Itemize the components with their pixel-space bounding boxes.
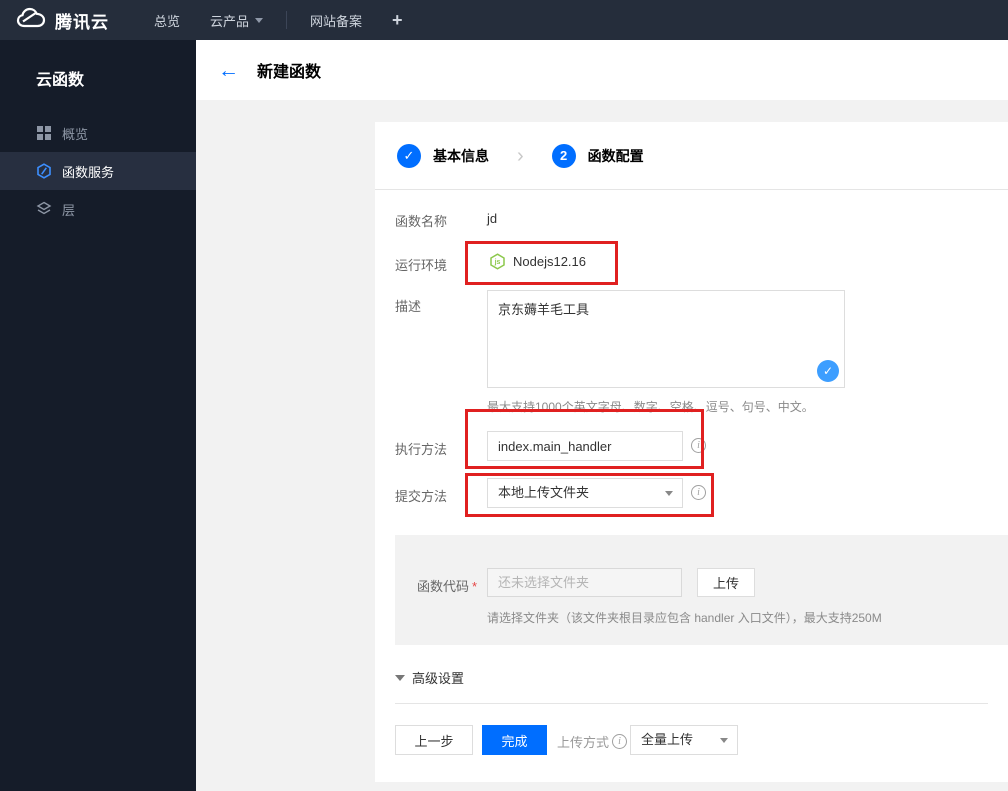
description-helper-text: 最大支持1000个英文字母、数字、空格、逗号、句号、中文。 (487, 400, 814, 414)
upload-mode-info-icon[interactable]: i (612, 734, 628, 749)
nav-cloud-products[interactable]: 云产品 (210, 11, 264, 30)
sidebar-item-layers[interactable]: 层 (0, 190, 196, 228)
nav-icp-record-label: 网站备案 (310, 13, 363, 29)
nodejs-icon: js (489, 253, 506, 270)
description-label: 描述 (395, 299, 422, 314)
back-arrow-icon[interactable]: ← (218, 60, 239, 81)
handler-info-icon[interactable]: i (691, 438, 706, 453)
required-asterisk: * (472, 579, 478, 594)
topbar: 腾讯云 总览 云产品 网站备案 + (0, 0, 1008, 40)
nav-divider (286, 11, 288, 29)
create-function-card: ✓ 基本信息 › 2 函数配置 函数名称 jd 运行环境 js Nodejs12… (375, 122, 1008, 782)
step2-number: 2 (551, 143, 576, 168)
brand[interactable]: 腾讯云 (16, 7, 109, 34)
runtime-value-text: Nodejs12.16 (513, 254, 586, 269)
submit-method-label: 提交方法 (395, 489, 448, 504)
triangle-down-icon (395, 674, 405, 681)
nav-icp-record[interactable]: 网站备案 (310, 11, 362, 30)
upload-mode-select[interactable]: 全量上传 (630, 725, 738, 755)
step1-label: 基本信息 (433, 147, 489, 164)
nav-overview-label: 总览 (154, 13, 181, 29)
function-name-value: jd (487, 211, 498, 226)
upload-button[interactable]: 上传 (697, 568, 755, 597)
scf-hexagon-icon (36, 163, 52, 179)
advanced-settings-label: 高级设置 (412, 671, 465, 686)
function-code-label: 函数代码 * (417, 576, 477, 595)
sidebar-item-function-service[interactable]: 函数服务 (0, 152, 196, 190)
page-title: 新建函数 (257, 64, 322, 81)
tencent-cloud-logo-icon (16, 7, 46, 34)
submit-method-info-icon[interactable]: i (691, 485, 706, 500)
add-tab-button[interactable]: + (392, 10, 403, 31)
function-code-section: 函数代码* 上传 请选择文件夹（该文件夹根目录应包含 handler 入口文件）… (395, 535, 1008, 645)
description-valid-check-icon: ✓ (817, 360, 839, 382)
submit-method-value: 本地上传文件夹 (498, 485, 590, 500)
upload-mode-label-text: 上传方式 (557, 735, 610, 750)
step-separator-icon: › (517, 144, 524, 167)
folder-path-input[interactable] (487, 568, 682, 597)
function-code-label-text: 函数代码 (417, 579, 470, 594)
steps-bar: ✓ 基本信息 › 2 函数配置 (375, 122, 1008, 190)
submit-method-select[interactable]: 本地上传文件夹 (487, 478, 683, 508)
nav-overview[interactable]: 总览 (154, 11, 180, 30)
grid-icon (36, 125, 52, 141)
previous-step-button[interactable]: 上一步 (395, 725, 473, 755)
sidebar-item-label: 层 (62, 202, 76, 218)
function-code-helper-text: 请选择文件夹（该文件夹根目录应包含 handler 入口文件），最大支持250M (487, 611, 882, 625)
layers-icon (36, 201, 52, 217)
function-name-label: 函数名称 (395, 214, 448, 229)
description-textarea[interactable]: 京东薅羊毛工具 (487, 290, 845, 388)
runtime-label: 运行环境 (395, 258, 448, 273)
select-caret-icon (665, 491, 673, 496)
sidebar: 云函数 概览 函数服务 层 (0, 40, 196, 791)
runtime-value: js Nodejs12.16 (489, 253, 586, 270)
sidebar-item-label: 概览 (62, 126, 89, 142)
step1-check-icon: ✓ (397, 143, 421, 168)
sidebar-item-label: 函数服务 (62, 164, 115, 180)
top-navigation: 总览 云产品 网站备案 + (139, 10, 418, 31)
finish-button[interactable]: 完成 (482, 725, 547, 755)
sidebar-title: 云函数 (36, 72, 85, 89)
chevron-down-icon (255, 17, 264, 23)
brand-name: 腾讯云 (55, 12, 109, 32)
advanced-settings-toggle[interactable]: 高级设置 (395, 668, 464, 687)
svg-text:js: js (494, 259, 501, 266)
nav-cloud-products-label: 云产品 (210, 13, 250, 29)
footer-divider (395, 703, 988, 704)
upload-mode-label: 上传方式 i (557, 732, 628, 751)
handler-label: 执行方法 (395, 442, 448, 457)
select-caret-icon (720, 738, 728, 743)
sidebar-item-overview[interactable]: 概览 (0, 114, 196, 152)
page-header: ← 新建函数 (196, 40, 1008, 100)
handler-input[interactable] (487, 431, 683, 461)
step2-label: 函数配置 (587, 147, 644, 164)
